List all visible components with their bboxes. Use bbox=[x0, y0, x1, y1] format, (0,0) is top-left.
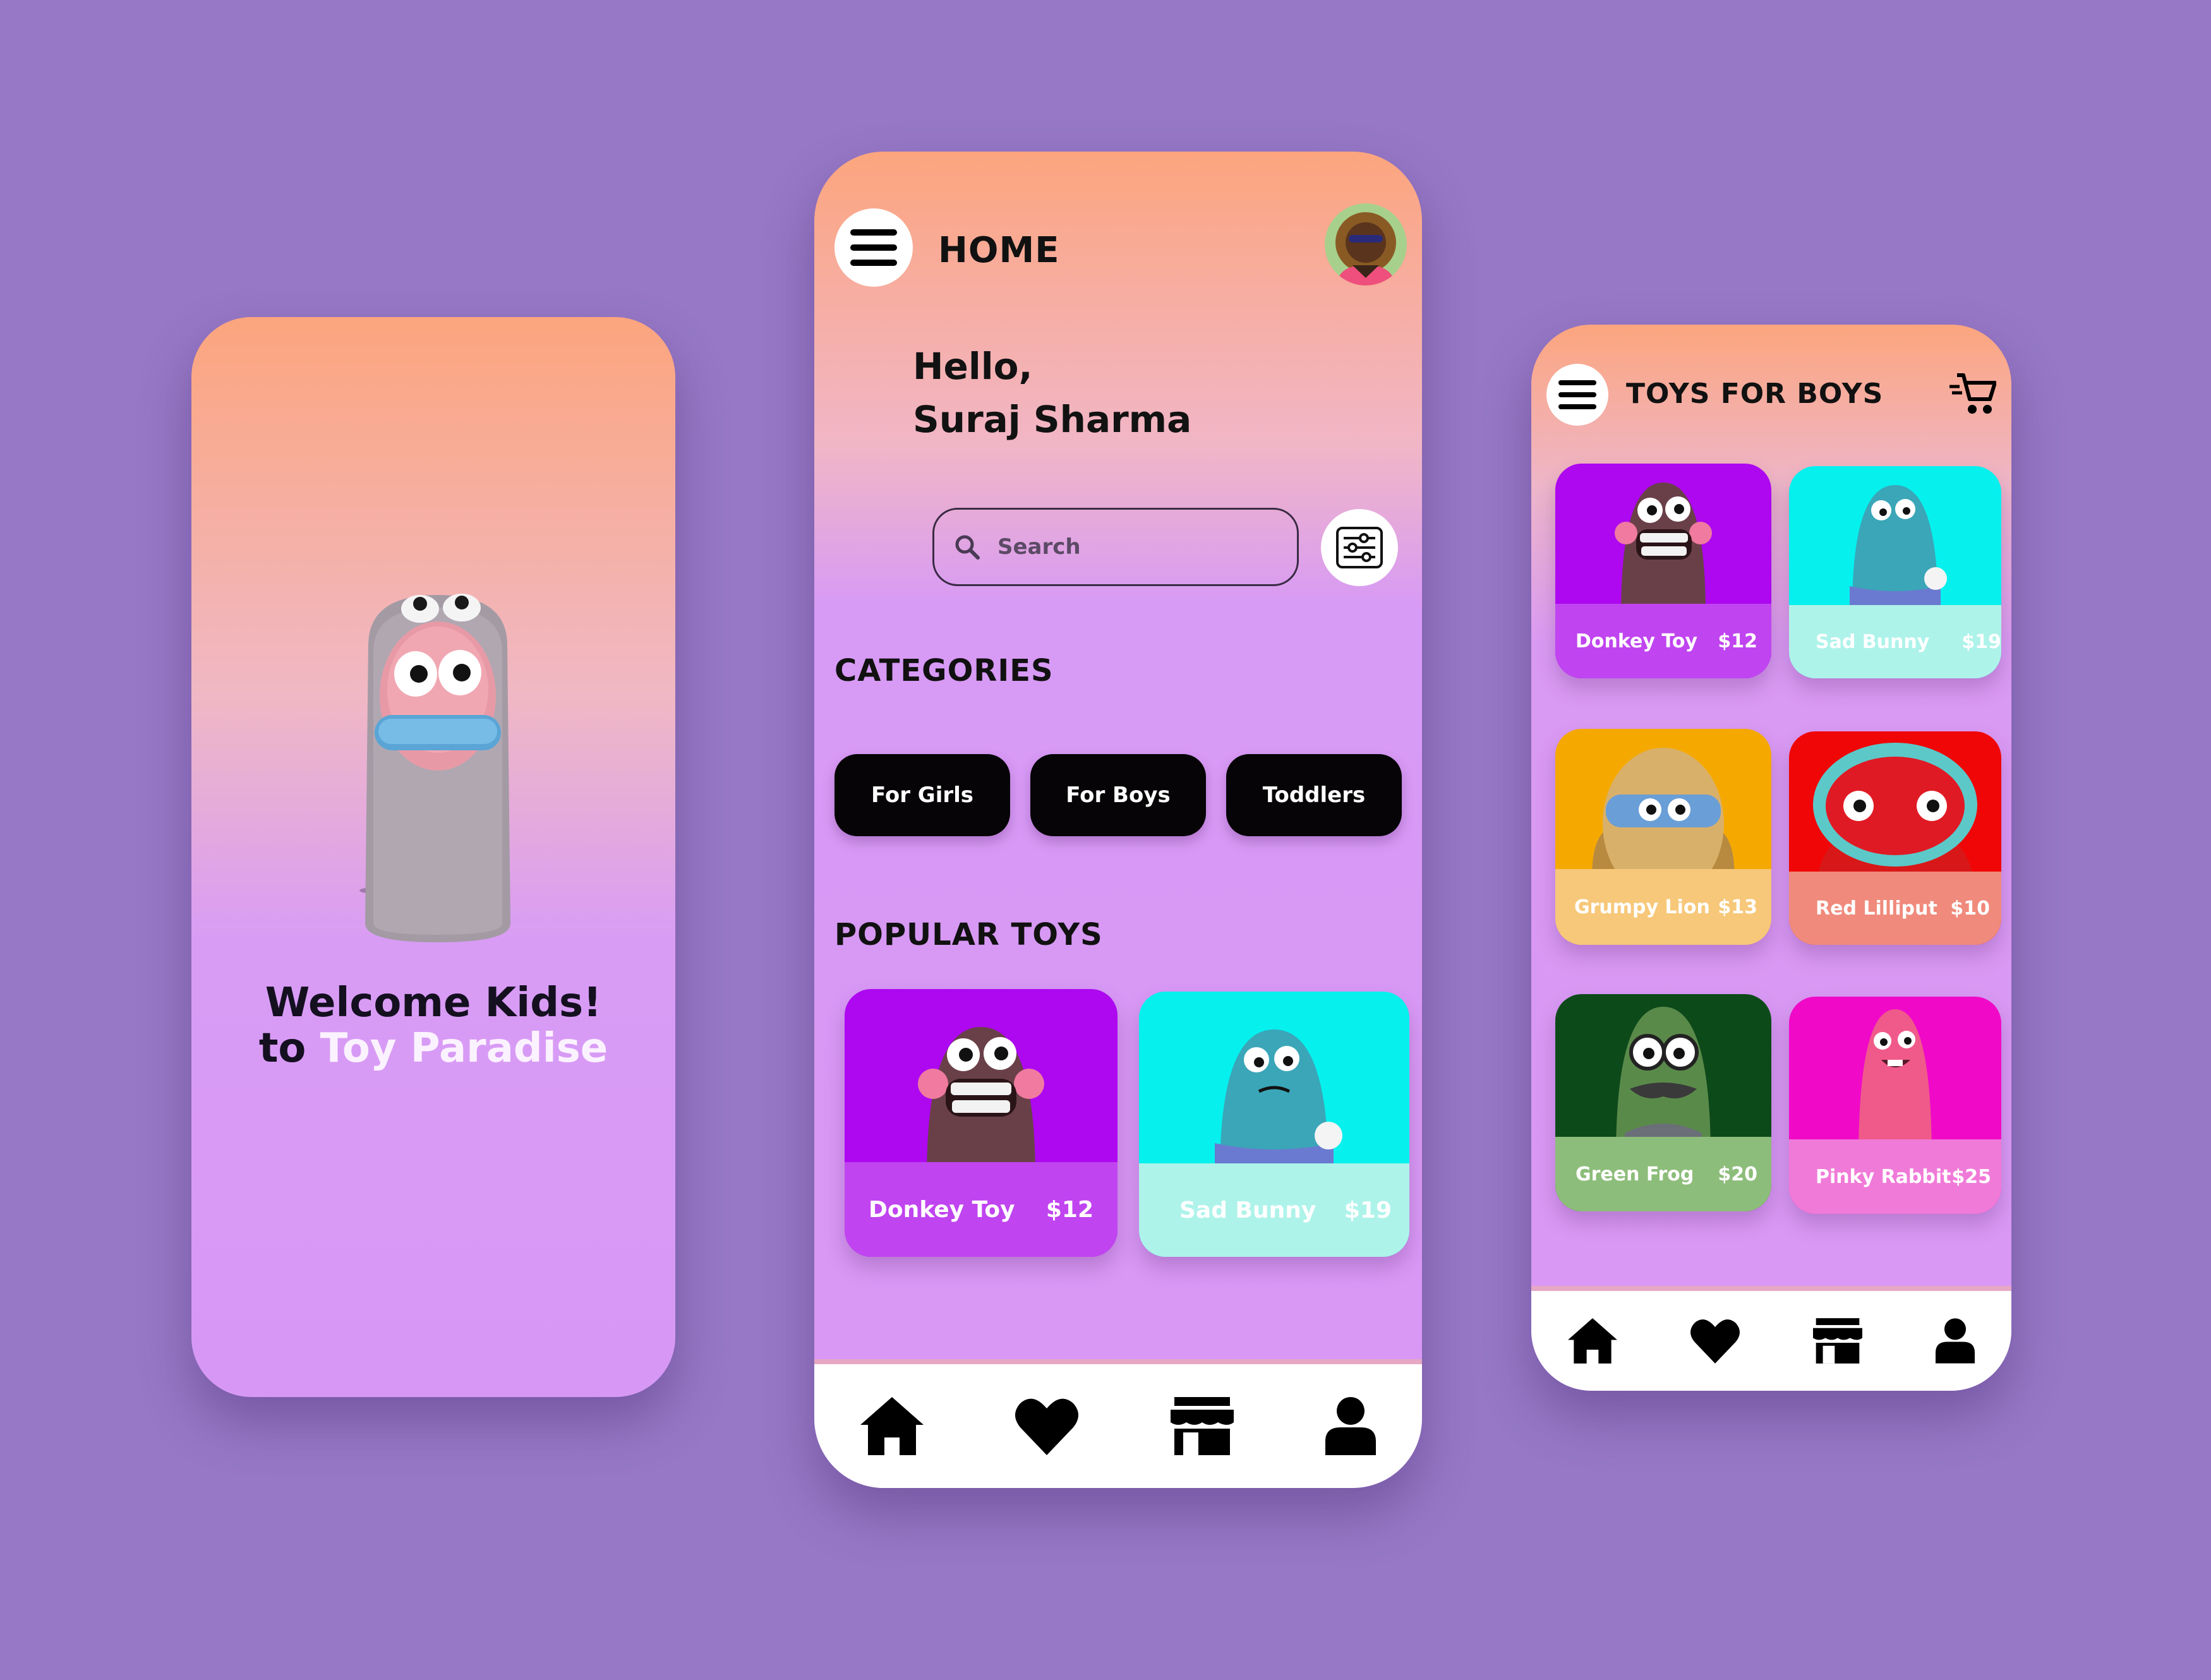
search-input[interactable] bbox=[996, 534, 1251, 560]
toy-name: Pinky Rabbit bbox=[1816, 1165, 1951, 1188]
search-icon bbox=[955, 535, 980, 560]
welcome-message: Welcome Kids! to Toy Paradise bbox=[191, 980, 675, 1071]
bottom-nav bbox=[814, 1359, 1422, 1488]
category-toddlers-button[interactable]: Toddlers bbox=[1226, 754, 1402, 836]
toy-name: Grumpy Lion bbox=[1574, 896, 1710, 918]
toy-card-red-lilliput[interactable]: Red Lilliput $10 bbox=[1789, 731, 2001, 945]
home-icon bbox=[1568, 1318, 1617, 1364]
nav-store[interactable] bbox=[1170, 1397, 1234, 1455]
toy-price: $19 bbox=[1961, 630, 2001, 653]
page-title: HOME bbox=[938, 230, 1060, 271]
toy-card-label: Sad Bunny $19 bbox=[1789, 605, 2001, 678]
greeting-block: Hello, Suraj Sharma bbox=[913, 340, 1191, 446]
toy-price: $10 bbox=[1950, 897, 1990, 920]
nav-profile[interactable] bbox=[1936, 1318, 1975, 1364]
toy-card-donkey[interactable]: Donkey Toy $12 bbox=[1555, 464, 1771, 678]
greeting-text: Hello, bbox=[913, 345, 1033, 388]
heart-icon bbox=[1015, 1398, 1079, 1455]
hamburger-icon bbox=[1558, 380, 1596, 409]
user-name: Suraj Sharma bbox=[913, 398, 1192, 441]
cart-icon[interactable] bbox=[1948, 370, 1996, 418]
store-icon bbox=[1170, 1397, 1234, 1455]
categories-title: CATEGORIES bbox=[834, 653, 1054, 688]
user-icon bbox=[1325, 1397, 1377, 1455]
menu-button[interactable] bbox=[834, 208, 913, 287]
search-field[interactable] bbox=[932, 508, 1299, 586]
toy-name: Donkey Toy bbox=[1575, 630, 1698, 652]
welcome-line2-prefix: to bbox=[258, 1025, 306, 1072]
category-for-girls-button[interactable]: For Girls bbox=[834, 754, 1010, 836]
hamburger-icon bbox=[850, 229, 897, 266]
popular-toy-card-donkey[interactable]: Donkey Toy $12 bbox=[845, 989, 1118, 1257]
filter-sliders-icon bbox=[1336, 527, 1383, 568]
popular-toy-card-sad-bunny[interactable]: Sad Bunny $19 bbox=[1139, 992, 1409, 1257]
home-screen: HOME Hello, Suraj Sharma Search CATEGORI… bbox=[814, 152, 1422, 1488]
filter-button[interactable] bbox=[1321, 509, 1398, 586]
toy-card-label: Red Lilliput $10 bbox=[1789, 872, 2001, 945]
popular-toys-title: POPULAR TOYS bbox=[834, 917, 1103, 952]
home-icon bbox=[860, 1397, 924, 1455]
welcome-screen: Welcome Kids! to Toy Paradise bbox=[191, 317, 675, 1397]
toy-card-label: Green Frog $20 bbox=[1555, 1137, 1771, 1211]
toy-price: $25 bbox=[1951, 1165, 1991, 1188]
heart-icon bbox=[1690, 1319, 1740, 1364]
toy-card-pinky-rabbit[interactable]: Pinky Rabbit $25 bbox=[1789, 997, 2001, 1214]
popular-toy-label: Donkey Toy $12 bbox=[845, 1162, 1118, 1257]
toy-card-green-frog[interactable]: Green Frog $20 bbox=[1555, 994, 1771, 1211]
toy-name: Sad Bunny bbox=[1179, 1197, 1316, 1223]
toy-name: Donkey Toy bbox=[869, 1196, 1015, 1223]
category-for-boys-button[interactable]: For Boys bbox=[1030, 754, 1206, 836]
nav-favorites[interactable] bbox=[1690, 1318, 1740, 1364]
avatar-icon bbox=[1325, 203, 1407, 285]
store-icon bbox=[1813, 1318, 1862, 1364]
welcome-line1: Welcome Kids! bbox=[265, 980, 602, 1026]
toy-card-label: Grumpy Lion $13 bbox=[1555, 869, 1771, 945]
toy-price: $12 bbox=[1045, 1196, 1093, 1223]
toy-card-grumpy-lion[interactable]: Grumpy Lion $13 bbox=[1555, 729, 1771, 945]
nav-home[interactable] bbox=[860, 1397, 924, 1455]
welcome-line2: to Toy Paradise bbox=[191, 1026, 675, 1071]
toy-card-label: Pinky Rabbit $25 bbox=[1789, 1139, 2001, 1214]
popular-toy-label: Sad Bunny $19 bbox=[1139, 1163, 1409, 1257]
nav-store[interactable] bbox=[1813, 1318, 1862, 1364]
nav-profile[interactable] bbox=[1325, 1397, 1377, 1455]
toy-price: $20 bbox=[1718, 1163, 1757, 1185]
welcome-app-name: Toy Paradise bbox=[320, 1025, 608, 1072]
page-title: TOYS FOR BOYS bbox=[1626, 378, 1884, 410]
toy-price: $19 bbox=[1344, 1197, 1392, 1223]
toy-name: Green Frog bbox=[1575, 1163, 1694, 1185]
user-icon bbox=[1936, 1318, 1975, 1364]
menu-button[interactable] bbox=[1546, 364, 1608, 426]
toy-price: $12 bbox=[1718, 630, 1757, 652]
grey-toy-illustration bbox=[359, 594, 510, 942]
nav-home[interactable] bbox=[1568, 1318, 1617, 1364]
toy-price: $13 bbox=[1718, 896, 1757, 918]
nav-favorites[interactable] bbox=[1015, 1397, 1079, 1455]
toy-card-sad-bunny[interactable]: Sad Bunny $19 bbox=[1789, 466, 2001, 678]
toys-for-boys-screen: TOYS FOR BOYS Donkey Toy $12 Sad Bunny $… bbox=[1531, 325, 2011, 1391]
avatar[interactable] bbox=[1325, 203, 1407, 285]
toy-name: Sad Bunny bbox=[1816, 630, 1930, 653]
toy-card-label: Donkey Toy $12 bbox=[1555, 604, 1771, 678]
bottom-nav bbox=[1531, 1286, 2011, 1391]
toy-name: Red Lilliput bbox=[1816, 897, 1937, 920]
